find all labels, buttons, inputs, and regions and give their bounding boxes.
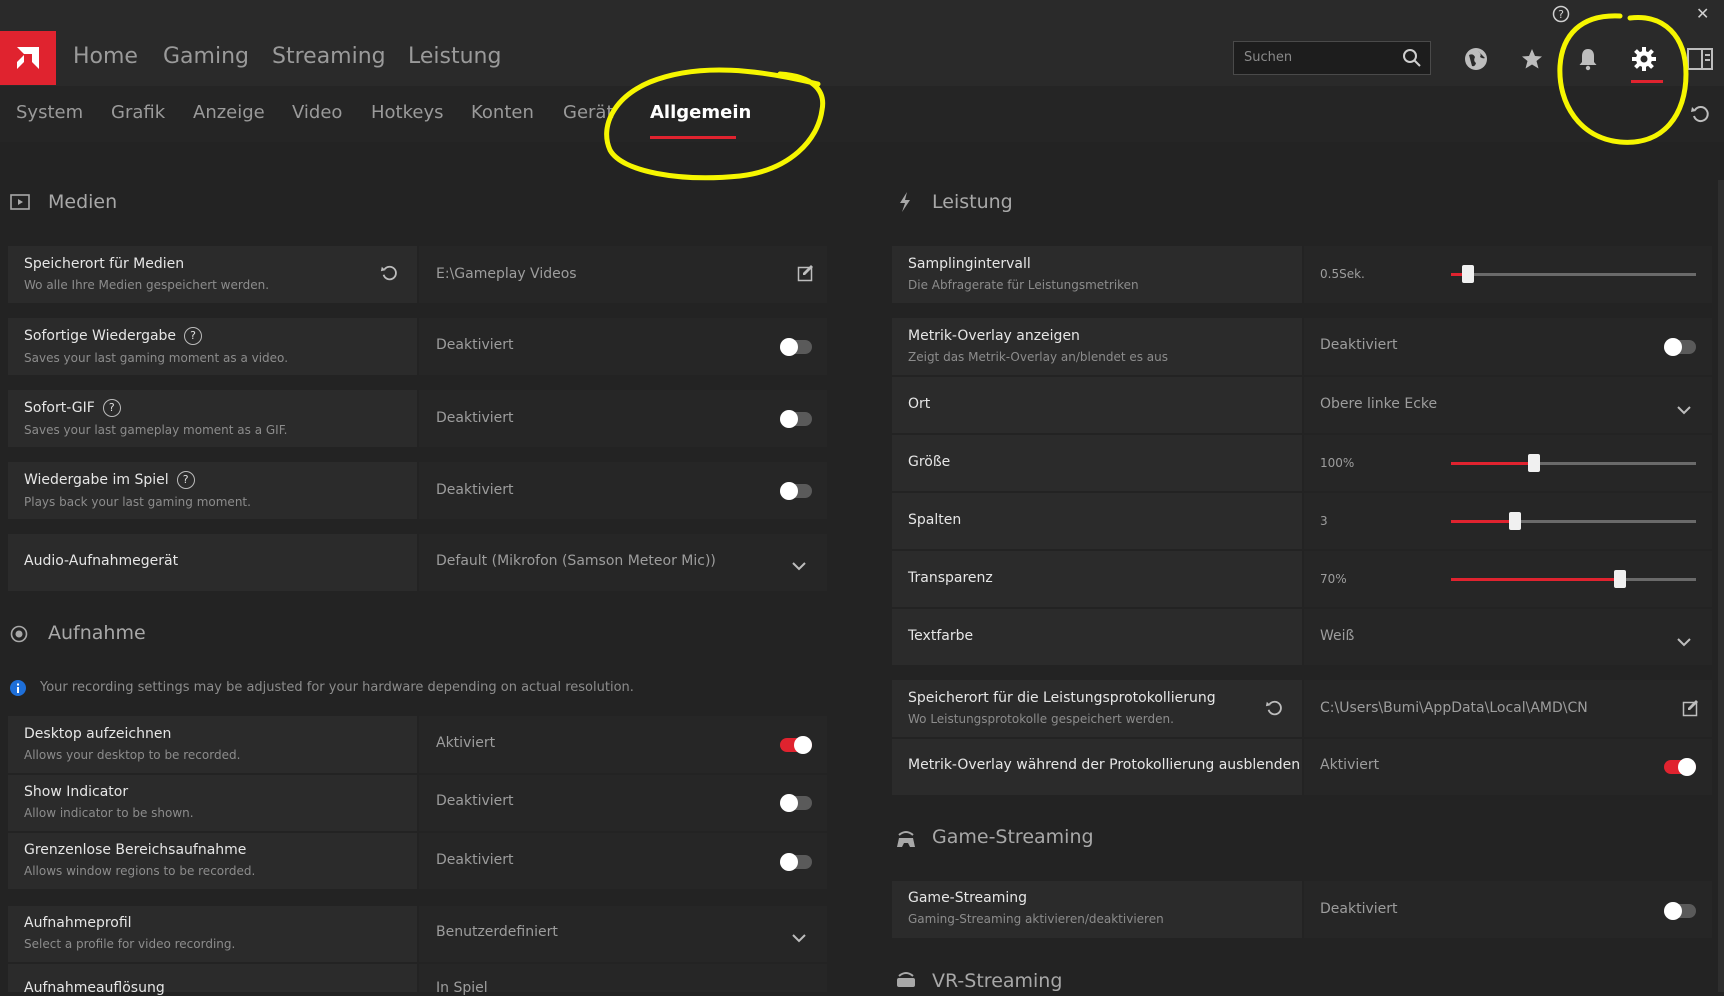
annotation-overlay bbox=[604, 13, 1689, 181]
annotation-circle-allgemein bbox=[604, 67, 826, 181]
annotation-circle-gear bbox=[1557, 13, 1689, 145]
